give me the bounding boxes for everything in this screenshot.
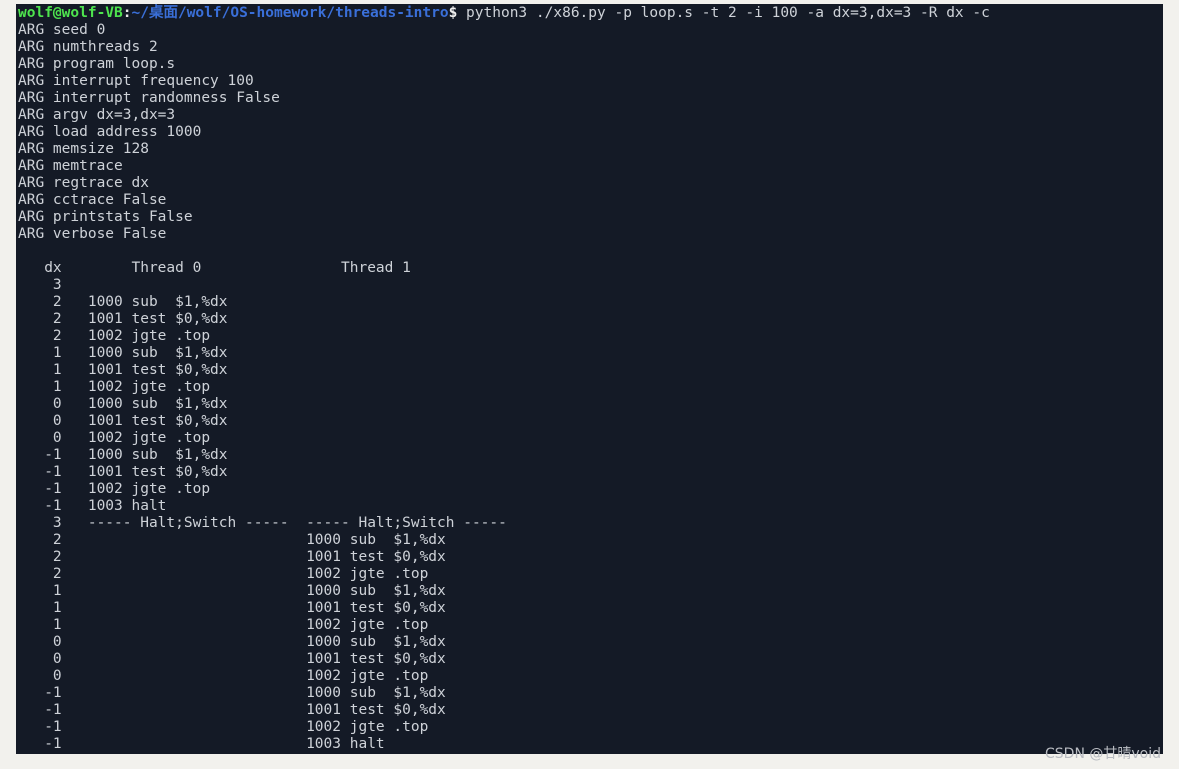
trace-line: 2 1000 sub $1,%dx xyxy=(18,532,446,548)
trace-header-row: dx Thread 0 Thread 1 xyxy=(18,260,411,276)
trace-line: -1 1000 sub $1,%dx xyxy=(18,447,228,463)
trace-line: 2 1002 jgte .top xyxy=(18,566,429,582)
prompt-command: python3 ./x86.py -p loop.s -t 2 -i 100 -… xyxy=(457,5,990,21)
trace-line: 3 xyxy=(18,277,62,293)
trace-line: 1 1002 jgte .top xyxy=(18,379,211,395)
arg-line: ARG memtrace xyxy=(18,158,123,174)
trace-output-block: 3 2 1000 sub $1,%dx 2 1001 test $0,%dx 2… xyxy=(16,277,1163,753)
arg-line: ARG interrupt frequency 100 xyxy=(18,73,254,89)
arg-line: ARG printstats False xyxy=(18,209,193,225)
trace-line: 1 1001 test $0,%dx xyxy=(18,600,446,616)
arg-line: ARG program loop.s xyxy=(18,56,176,72)
arg-output-block: ARG seed 0 ARG numthreads 2 ARG program lo… xyxy=(16,22,1163,243)
trace-line: 1 1000 sub $1,%dx xyxy=(18,345,228,361)
prompt-user-host: wolf@wolf-VB xyxy=(18,5,123,21)
trace-line: 1 1001 test $0,%dx xyxy=(18,362,228,378)
prompt-path: ~/桌面/wolf/OS-homework/threads-intro xyxy=(131,5,449,21)
trace-line: 0 1001 test $0,%dx xyxy=(18,651,446,667)
terminal-window[interactable]: wolf@wolf-VB:~/桌面/wolf/OS-homework/threa… xyxy=(16,4,1163,754)
trace-line: 3 ----- Halt;Switch ----- ----- Halt;Swi… xyxy=(18,515,507,531)
shell-prompt-line: wolf@wolf-VB:~/桌面/wolf/OS-homework/threa… xyxy=(16,4,1163,22)
arg-line: ARG load address 1000 xyxy=(18,124,202,140)
csdn-watermark: CSDN @甘晴void xyxy=(1045,746,1161,762)
blank-spacer-line xyxy=(16,243,1163,260)
arg-line: ARG argv dx=3,dx=3 xyxy=(18,107,176,123)
trace-line: 0 1001 test $0,%dx xyxy=(18,413,228,429)
trace-line: 0 1000 sub $1,%dx xyxy=(18,396,228,412)
trace-line: 0 1002 jgte .top xyxy=(18,430,211,446)
prompt-separator: : xyxy=(122,5,132,21)
trace-line: 2 1001 test $0,%dx xyxy=(18,311,228,327)
arg-line: ARG cctrace False xyxy=(18,192,167,208)
screen-root: wolf@wolf-VB:~/桌面/wolf/OS-homework/threa… xyxy=(0,0,1179,769)
arg-line: ARG interrupt randomness False xyxy=(18,90,280,106)
arg-line: ARG memsize 128 xyxy=(18,141,149,157)
trace-line: 2 1000 sub $1,%dx xyxy=(18,294,228,310)
trace-line: 0 1000 sub $1,%dx xyxy=(18,634,446,650)
trace-line: -1 1003 halt xyxy=(18,498,167,514)
trace-line: -1 1003 halt xyxy=(18,736,385,752)
trace-line: 0 1002 jgte .top xyxy=(18,668,429,684)
trace-line: -1 1001 test $0,%dx xyxy=(18,464,228,480)
trace-line: -1 1002 jgte .top xyxy=(18,481,211,497)
arg-line: ARG verbose False xyxy=(18,226,167,242)
arg-line: ARG numthreads 2 xyxy=(18,39,158,55)
trace-line: 2 1001 test $0,%dx xyxy=(18,549,446,565)
trace-line: 1 1000 sub $1,%dx xyxy=(18,583,446,599)
arg-line: ARG regtrace dx xyxy=(18,175,149,191)
arg-line: ARG seed 0 xyxy=(18,22,106,38)
trace-line: -1 1002 jgte .top xyxy=(18,719,429,735)
trace-line: 2 1002 jgte .top xyxy=(18,328,211,344)
trace-line: -1 1001 test $0,%dx xyxy=(18,702,446,718)
trace-line: 1 1002 jgte .top xyxy=(18,617,429,633)
trace-line: -1 1000 sub $1,%dx xyxy=(18,685,446,701)
